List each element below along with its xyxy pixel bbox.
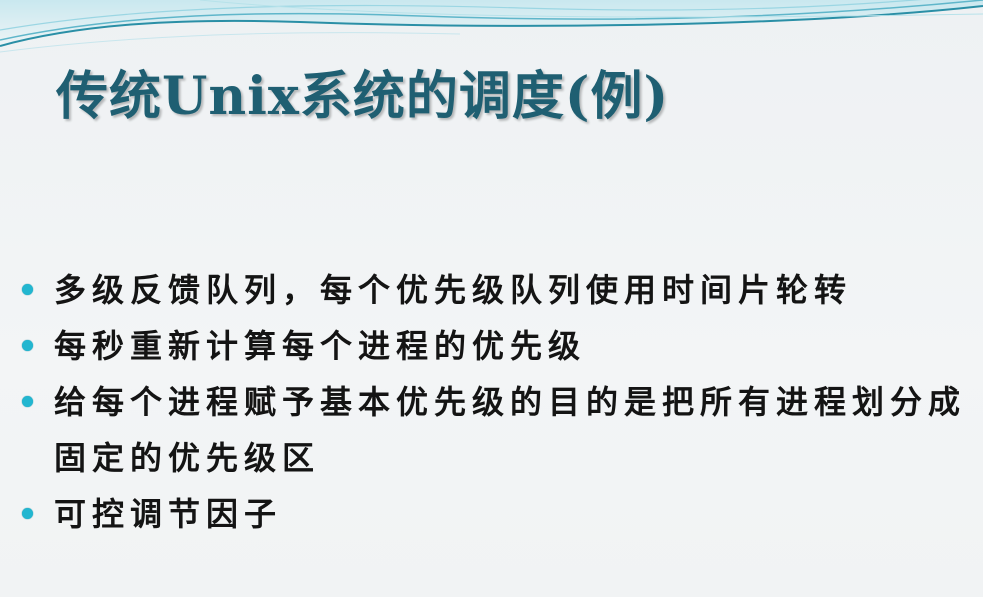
bullet-dot-icon — [22, 340, 33, 351]
bullet-item-2: 每秒重新计算每个进程的优先级 — [18, 318, 968, 374]
bullet-dot-icon — [22, 284, 33, 295]
bullet-text: 多级反馈队列，每个优先级队列使用时间片轮转 — [54, 271, 853, 309]
bullet-dot-icon — [22, 508, 33, 519]
top-wave-decoration — [0, 0, 983, 53]
slide: 传统Unix系统的调度(例) 多级反馈队列，每个优先级队列使用时间片轮转 每秒重… — [0, 0, 983, 597]
bullet-text: 可控调节因子 — [54, 495, 283, 533]
bullet-text: 每秒重新计算每个进程的优先级 — [54, 327, 587, 365]
bullet-item-3: 给每个进程赋予基本优先级的目的是把所有进程划分成固定的优先级区 — [18, 374, 968, 486]
bullet-list: 多级反馈队列，每个优先级队列使用时间片轮转 每秒重新计算每个进程的优先级 给每个… — [18, 262, 968, 542]
bullet-item-1: 多级反馈队列，每个优先级队列使用时间片轮转 — [18, 262, 968, 318]
bullet-item-4: 可控调节因子 — [18, 486, 968, 542]
slide-title: 传统Unix系统的调度(例) — [56, 66, 670, 127]
bullet-text: 给每个进程赋予基本优先级的目的是把所有进程划分成固定的优先级区 — [54, 383, 967, 477]
bullet-dot-icon — [22, 396, 33, 407]
